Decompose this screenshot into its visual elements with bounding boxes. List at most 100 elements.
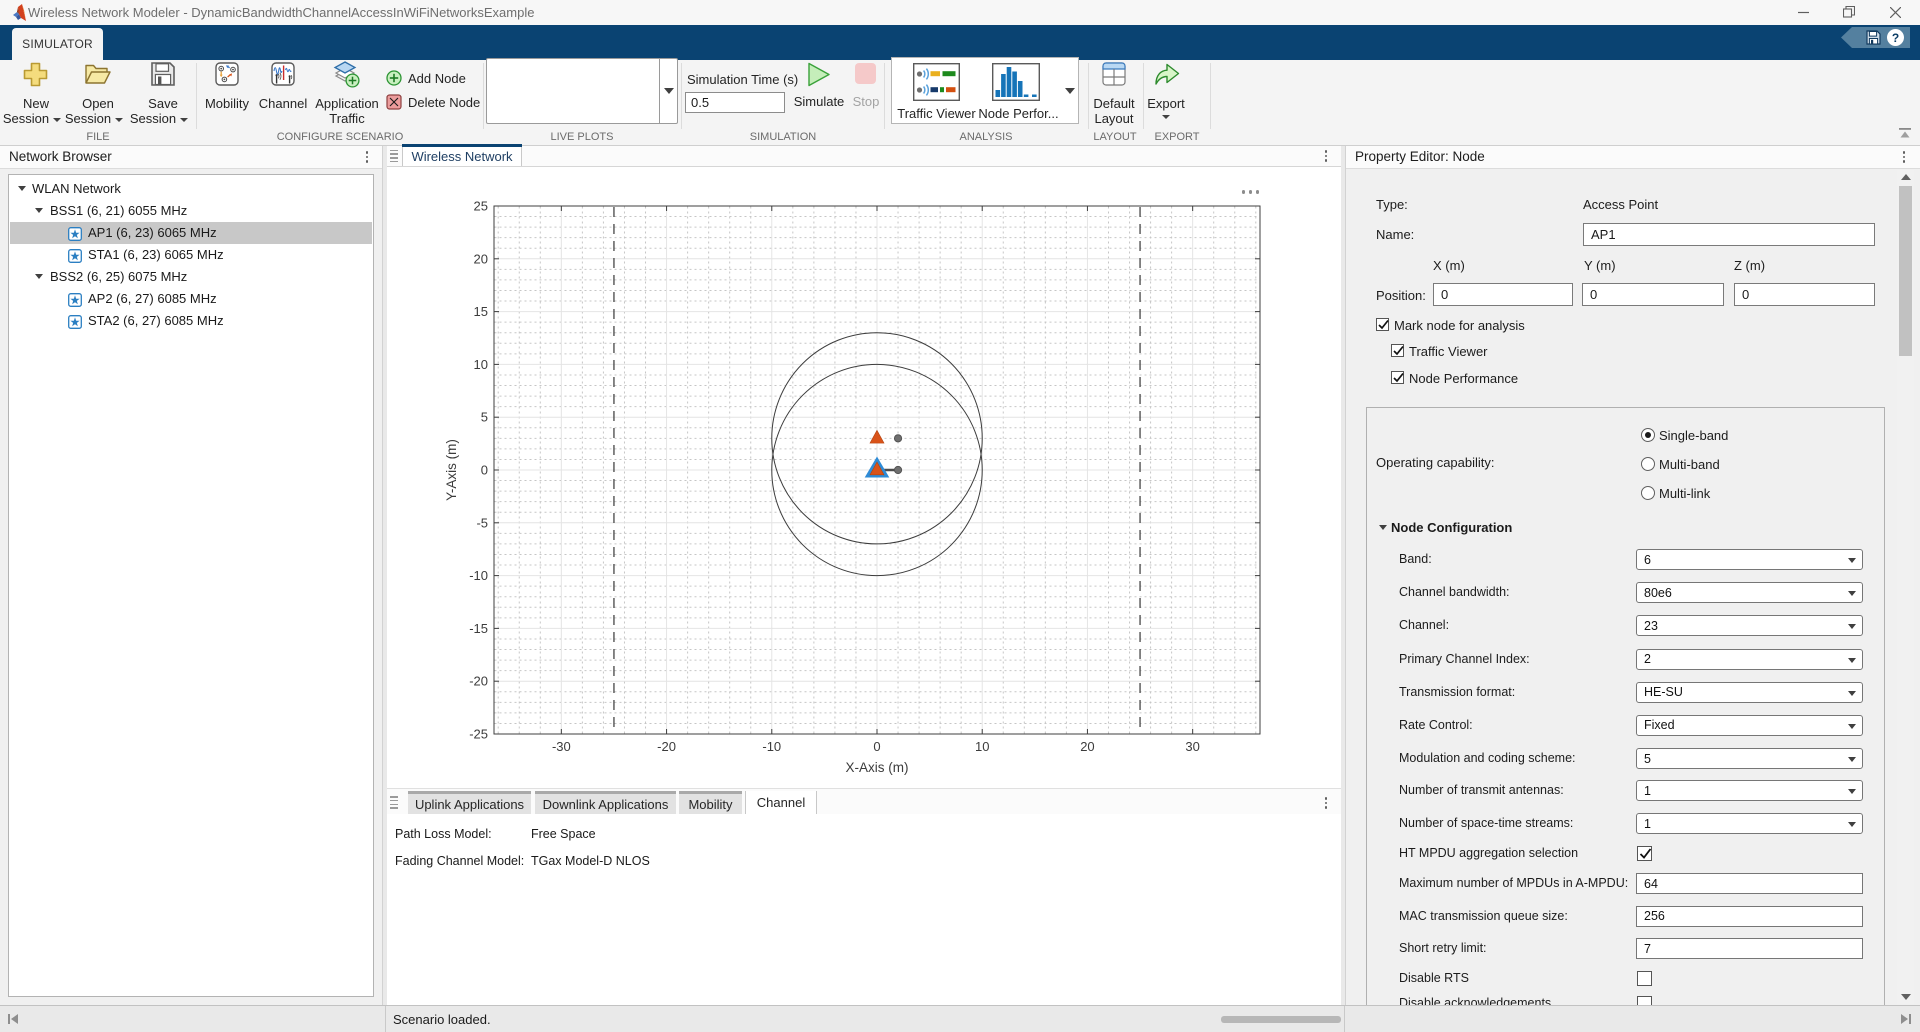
section-label-export: EXPORT <box>1154 130 1199 144</box>
default-layout-button[interactable]: Default Layout <box>1092 60 1136 128</box>
live-plots-listbox[interactable] <box>486 58 660 124</box>
property-editor-title: Property Editor: Node <box>1355 146 1485 168</box>
property-editor-scrollbar[interactable] <box>1897 170 1914 1004</box>
network-plot[interactable]: -30-20-100102030-25-20-15-10-50510152025… <box>387 167 1341 788</box>
multi-link-radio[interactable] <box>1641 486 1655 500</box>
save-icon[interactable] <box>1866 30 1881 45</box>
position-x-input[interactable]: 0 <box>1433 283 1573 306</box>
chevron-down-icon <box>53 118 61 122</box>
svg-text:-25: -25 <box>469 727 488 742</box>
live-plots-dropdown-button[interactable] <box>659 58 678 124</box>
property-editor-menu-button[interactable] <box>1897 149 1911 165</box>
scroll-up-button[interactable] <box>1897 170 1914 184</box>
tab-label: Uplink Applications <box>415 797 524 812</box>
network-browser-panel: Network Browser WLAN NetworkBSS1 (6, 21)… <box>0 146 383 1005</box>
node-configuration-header[interactable]: Node Configuration <box>1379 520 1629 536</box>
scroll-to-start-button[interactable] <box>5 1011 21 1027</box>
document-menu-button[interactable] <box>1319 148 1333 164</box>
export-icon <box>1154 62 1180 86</box>
single-band-radio[interactable] <box>1641 428 1655 442</box>
simulation-time-input[interactable]: 0.5 <box>685 92 785 113</box>
application-traffic-button[interactable]: Application Traffic <box>314 60 380 128</box>
name-input[interactable]: AP1 <box>1583 223 1875 246</box>
svg-text:20: 20 <box>1080 739 1094 754</box>
svg-text:-10: -10 <box>762 739 781 754</box>
default-layout-label-line1: Default <box>1092 96 1136 111</box>
section-divider <box>483 63 484 129</box>
axes-toolbar-ellipsis[interactable] <box>1242 187 1262 197</box>
traffic-viewer-button[interactable]: Traffic Viewer <box>896 60 977 122</box>
network-browser-menu-button[interactable] <box>360 149 374 165</box>
tab-uplink-applications[interactable]: Uplink Applications <box>408 791 531 814</box>
add-node-button[interactable]: Add Node <box>386 70 478 87</box>
traffic-viewer-checkbox[interactable] <box>1391 344 1404 357</box>
restore-button[interactable] <box>1832 0 1866 24</box>
new-session-button[interactable]: New Session <box>8 60 64 128</box>
help-icon[interactable]: ? <box>1887 29 1904 46</box>
application-traffic-label-line2: Traffic <box>314 111 380 126</box>
bottom-panel-menu-button[interactable] <box>1319 795 1333 811</box>
position-z-input[interactable]: 0 <box>1734 283 1875 306</box>
mobility-button[interactable]: Mobility <box>203 60 251 128</box>
scroll-down-icon <box>1901 994 1911 1000</box>
save-session-button[interactable]: Save Session <box>134 60 192 128</box>
tree-item-bss2[interactable]: BSS2 (6, 25) 6075 MHz <box>10 266 372 288</box>
close-icon <box>1890 7 1901 18</box>
channel-button[interactable]: Channel <box>259 60 307 128</box>
tree-item-label: STA2 (6, 27) 6085 MHz <box>88 310 224 332</box>
network-browser-title: Network Browser <box>9 146 112 168</box>
open-session-button[interactable]: Open Session <box>70 60 126 128</box>
tree-expander-icon[interactable] <box>35 274 43 279</box>
mark-node-checkbox[interactable] <box>1376 318 1389 331</box>
tree-item-wlan[interactable]: WLAN Network <box>10 178 372 200</box>
tab-simulator[interactable]: SIMULATOR <box>12 28 103 60</box>
tree-expander-icon[interactable] <box>35 208 43 213</box>
horizontal-scrollbar-thumb[interactable] <box>1221 1016 1341 1023</box>
svg-text:-10: -10 <box>469 568 488 583</box>
delete-node-button[interactable]: Delete Node <box>386 94 478 111</box>
position-y-input[interactable]: 0 <box>1582 283 1724 306</box>
tab-channel[interactable]: Channel <box>745 791 817 814</box>
stop-button[interactable]: Stop <box>851 60 881 110</box>
node-star-icon <box>68 314 82 328</box>
scroll-to-end-button[interactable] <box>1898 1011 1914 1027</box>
tree-item-ap1[interactable]: AP1 (6, 23) 6065 MHz <box>10 222 372 244</box>
type-label: Type: <box>1376 197 1408 212</box>
analysis-gallery-dropdown[interactable] <box>1061 57 1079 124</box>
mark-node-label: Mark node for analysis <box>1394 318 1525 333</box>
simulate-button[interactable]: Simulate <box>794 60 844 110</box>
property-editor-titlebar: Property Editor: Node <box>1346 146 1920 169</box>
save-session-label-line1: Save <box>134 96 192 111</box>
panel-grip[interactable] <box>387 791 401 814</box>
svg-text:-20: -20 <box>469 674 488 689</box>
analysis-gallery: Traffic Viewer Node Perfor... <box>891 57 1062 124</box>
tab-wireless-network[interactable]: Wireless Network <box>402 146 522 166</box>
scrollbar-thumb[interactable] <box>1899 186 1912 356</box>
name-label: Name: <box>1376 227 1414 242</box>
collapse-ribbon-button[interactable] <box>1896 125 1914 141</box>
open-session-label-line2: Session <box>62 111 126 126</box>
tree-item-sta2[interactable]: STA2 (6, 27) 6085 MHz <box>10 310 372 332</box>
node-performance-checkbox[interactable] <box>1391 371 1404 384</box>
tree-item-bss1[interactable]: BSS1 (6, 21) 6055 MHz <box>10 200 372 222</box>
multi-band-radio[interactable] <box>1641 457 1655 471</box>
section-collapse-icon <box>1379 525 1387 530</box>
minimize-button[interactable] <box>1786 0 1820 24</box>
tab-downlink-applications[interactable]: Downlink Applications <box>535 791 676 814</box>
channel-label: Channel <box>253 96 313 111</box>
close-button[interactable] <box>1878 0 1912 24</box>
panel-grip[interactable] <box>387 146 401 166</box>
tree-item-ap2[interactable]: AP2 (6, 27) 6085 MHz <box>10 288 372 310</box>
default-layout-icon <box>1102 62 1126 86</box>
export-button[interactable]: Export <box>1146 60 1186 128</box>
node-performance-button[interactable]: Node Perfor... <box>978 60 1059 122</box>
multi-link-label: Multi-link <box>1659 486 1710 501</box>
tree-item-sta1[interactable]: STA1 (6, 23) 6065 MHz <box>10 244 372 266</box>
svg-text:0: 0 <box>873 739 880 754</box>
tree-expander-icon[interactable] <box>18 186 26 191</box>
scroll-down-button[interactable] <box>1897 990 1914 1004</box>
new-plus-icon <box>23 62 48 87</box>
tab-mobility[interactable]: Mobility <box>679 791 742 814</box>
tree-item-label: AP2 (6, 27) 6085 MHz <box>88 288 217 310</box>
svg-text:30: 30 <box>1185 739 1199 754</box>
